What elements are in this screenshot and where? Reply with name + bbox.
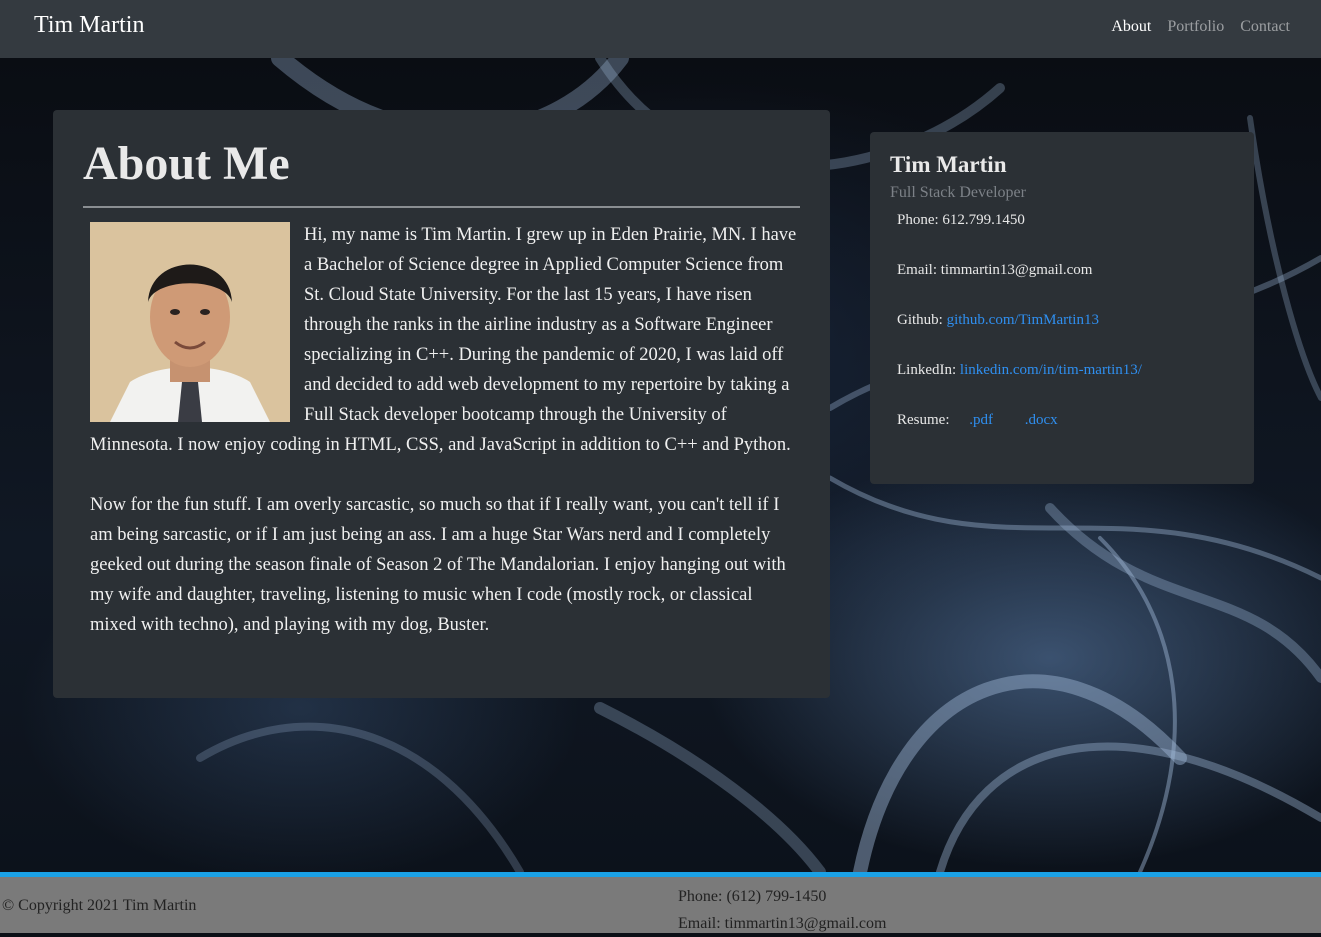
nav-link-about[interactable]: About [1111, 18, 1151, 36]
contact-phone-line: Phone: 612.799.1450 [897, 212, 1234, 262]
contact-card: Tim Martin Full Stack Developer Phone: 6… [870, 132, 1254, 484]
resume-pdf-link[interactable]: .pdf [969, 412, 993, 428]
linkedin-link[interactable]: linkedin.com/in/tim-martin13/ [960, 362, 1142, 378]
navbar: Tim Martin About Portfolio Contact [0, 0, 1321, 58]
about-card: About Me Hi, my name is Tim Martin. I gr… [53, 110, 830, 698]
profile-photo [90, 222, 290, 422]
phone-value: 612.799.1450 [942, 212, 1025, 228]
github-link[interactable]: github.com/TimMartin13 [947, 312, 1099, 328]
contact-email-line: Email: timmartin13@gmail.com [897, 262, 1234, 312]
footer-contact: Phone: (612) 799-1450 Email: timmartin13… [678, 883, 886, 937]
nav-link-contact[interactable]: Contact [1240, 18, 1290, 36]
footer-phone: Phone: (612) 799-1450 [678, 888, 827, 905]
resume-label: Resume: [897, 412, 950, 428]
contact-github-line: Github: github.com/TimMartin13 [897, 312, 1234, 362]
nav-links: About Portfolio Contact [1111, 18, 1290, 36]
copyright-text: © Copyright 2021 Tim Martin [2, 897, 197, 914]
footer: © Copyright 2021 Tim Martin Phone: (612)… [0, 872, 1321, 933]
email-label: Email: [897, 262, 937, 278]
contact-linkedin-line: LinkedIn: linkedin.com/in/tim-martin13/ [897, 362, 1234, 412]
linkedin-label: LinkedIn: [897, 362, 957, 378]
contact-resume-line: Resume: .pdf .docx [897, 412, 1234, 462]
email-value: timmartin13@gmail.com [940, 262, 1093, 278]
github-label: Github: [897, 312, 943, 328]
bio-text: Hi, my name is Tim Martin. I grew up in … [90, 220, 800, 640]
resume-docx-link[interactable]: .docx [1025, 412, 1058, 428]
nav-link-portfolio[interactable]: Portfolio [1167, 18, 1224, 36]
bio-paragraph-2: Now for the fun stuff. I am overly sarca… [90, 495, 786, 635]
phone-label: Phone: [897, 212, 939, 228]
contact-subtitle: Full Stack Developer [890, 184, 1026, 201]
page-title: About Me [83, 137, 290, 190]
brand-link[interactable]: Tim Martin [34, 12, 144, 39]
contact-name: Tim Martin [890, 152, 1007, 177]
title-divider [83, 206, 800, 208]
